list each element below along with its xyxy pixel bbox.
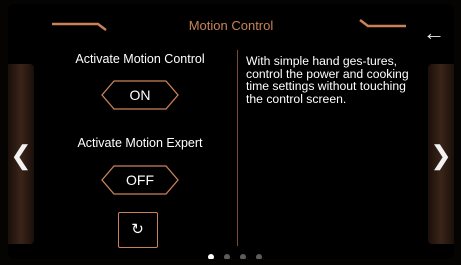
setting-label-motion-expert: Activate Motion Expert: [77, 136, 203, 150]
motion-expert-toggle[interactable]: OFF: [100, 165, 180, 195]
prev-page-button[interactable]: ❮: [8, 64, 34, 244]
column-divider: [237, 50, 238, 246]
page-dot-1[interactable]: [208, 254, 214, 259]
chevron-left-icon: ❮: [10, 140, 32, 170]
setting-label-motion-control: Activate Motion Control: [75, 52, 205, 66]
next-page-button[interactable]: ❯: [428, 64, 454, 244]
feature-description: With simple hand ges-tures, control the …: [246, 54, 409, 106]
motion-control-value: ON: [129, 87, 151, 103]
back-button[interactable]: ←: [420, 22, 448, 46]
page-dot-3[interactable]: [240, 254, 246, 259]
page-dot-4[interactable]: [256, 254, 262, 259]
page-dot-2[interactable]: [224, 254, 230, 259]
reset-button[interactable]: ↻: [118, 212, 158, 248]
motion-expert-value: OFF: [126, 172, 154, 188]
reset-icon: ↻: [131, 221, 144, 238]
page-title: Motion Control: [188, 18, 274, 33]
arrow-left-icon: ←: [423, 20, 445, 45]
page-indicator: [208, 254, 278, 259]
motion-control-toggle[interactable]: ON: [100, 80, 180, 110]
chevron-right-icon: ❯: [430, 140, 452, 170]
motion-control-screen: ❮ ❯ Motion Control ← Activate Motion Con…: [8, 4, 454, 259]
